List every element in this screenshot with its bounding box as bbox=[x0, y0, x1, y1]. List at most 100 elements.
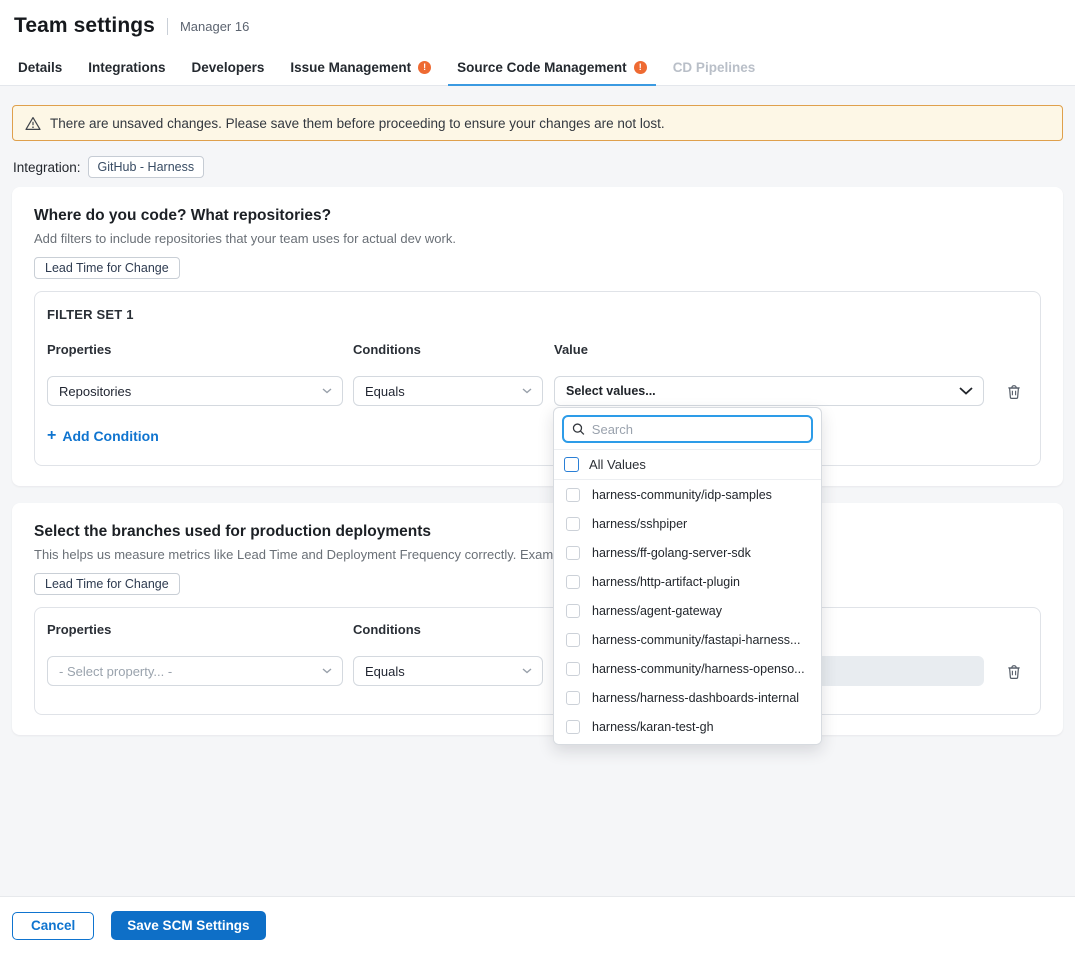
lead-time-chip: Lead Time for Change bbox=[34, 257, 180, 279]
conditions-select[interactable]: Equals bbox=[353, 656, 543, 686]
team-settings-page: Team settings Manager 16 Details ! Integ… bbox=[0, 0, 1075, 954]
option-label: harness/sshpiper bbox=[592, 517, 687, 531]
repositories-card: Where do you code? What repositories? Ad… bbox=[12, 187, 1063, 486]
conditions-select-value: Equals bbox=[365, 664, 405, 679]
checkbox-all-values-icon bbox=[564, 457, 579, 472]
card-title: Select the branches used for production … bbox=[34, 523, 1041, 541]
dropdown-search-wrap bbox=[554, 408, 821, 450]
integration-label: Integration: bbox=[13, 160, 81, 175]
tab-label: Developers bbox=[192, 60, 265, 75]
title-divider bbox=[167, 18, 168, 35]
option-label: harness/karan-test-gh bbox=[592, 720, 714, 734]
properties-select-value: Repositories bbox=[59, 384, 131, 399]
tab[interactable]: Details ! bbox=[9, 50, 71, 86]
conditions-header: Conditions bbox=[353, 342, 543, 357]
lead-time-chip: Lead Time for Change bbox=[34, 573, 180, 595]
dropdown-option[interactable]: harness/http-artifact-plugin bbox=[554, 567, 821, 596]
tab[interactable]: Issue Management ! bbox=[281, 50, 440, 86]
save-scm-settings-button[interactable]: Save SCM Settings bbox=[111, 911, 265, 940]
filter-set-label: FILTER SET 1 bbox=[47, 307, 1028, 322]
add-condition-button[interactable]: + Add Condition bbox=[47, 427, 1028, 445]
filter-row: - Select property... - Equals bbox=[47, 656, 1028, 686]
card-description: This helps us measure metrics like Lead … bbox=[34, 547, 1041, 562]
chevron-down-icon bbox=[322, 388, 332, 394]
search-input[interactable] bbox=[592, 422, 803, 437]
content-area: There are unsaved changes. Please save t… bbox=[0, 86, 1075, 896]
integration-row: Integration: GitHub - Harness bbox=[13, 156, 1062, 178]
tab[interactable]: Integrations ! bbox=[79, 50, 174, 86]
trash-icon bbox=[1006, 383, 1022, 400]
dropdown-option-list: harness-community/idp-samples harness/ss… bbox=[554, 480, 821, 745]
select-all-label: All Values bbox=[589, 457, 646, 472]
tab-label: Source Code Management bbox=[457, 60, 627, 75]
checkbox-icon bbox=[566, 691, 580, 705]
select-all-option[interactable]: All Values bbox=[554, 450, 821, 480]
option-label: harness/agent-gateway bbox=[592, 604, 722, 618]
properties-header: Properties bbox=[47, 342, 343, 357]
option-label: harness/harness-dashboards-internal bbox=[592, 691, 799, 705]
dropdown-option[interactable]: harness/sshpiper bbox=[554, 509, 821, 538]
filter-column-headers: Properties Conditions Value bbox=[47, 342, 1028, 357]
conditions-select-value: Equals bbox=[365, 384, 405, 399]
page-title: Team settings bbox=[14, 14, 155, 38]
tab[interactable]: CD Pipelines ! bbox=[664, 50, 765, 86]
page-header: Team settings Manager 16 bbox=[0, 0, 1075, 50]
values-placeholder: Select values... bbox=[566, 384, 656, 398]
tab-bar: Details ! Integrations ! Developers ! Is… bbox=[0, 50, 1075, 86]
value-header: Value bbox=[554, 342, 984, 357]
unsaved-changes-banner: There are unsaved changes. Please save t… bbox=[12, 105, 1063, 141]
properties-select-placeholder: - Select property... - bbox=[59, 664, 172, 679]
tab-label: Details bbox=[18, 60, 62, 75]
search-icon bbox=[572, 422, 585, 436]
dropdown-option[interactable]: harness-community/idp-samples bbox=[554, 480, 821, 509]
checkbox-icon bbox=[566, 546, 580, 560]
tab-label: Integrations bbox=[88, 60, 165, 75]
properties-select[interactable]: Repositories bbox=[47, 376, 343, 406]
page-subtitle: Manager 16 bbox=[180, 19, 249, 34]
dropdown-option[interactable]: harness-community/harness-openso... bbox=[554, 654, 821, 683]
delete-condition-button[interactable] bbox=[1004, 381, 1024, 402]
filter-column-headers: Properties Conditions Value bbox=[47, 622, 1028, 637]
values-dropdown-panel: All Values harness-community/idp-samples… bbox=[553, 407, 822, 745]
checkbox-icon bbox=[566, 662, 580, 676]
dropdown-option[interactable]: harness/karan-test-gh bbox=[554, 712, 821, 741]
filter-set-box: FILTER SET 1 Properties Conditions Value… bbox=[34, 291, 1041, 466]
tab-label: Issue Management bbox=[290, 60, 411, 75]
chevron-down-icon bbox=[522, 668, 532, 674]
trash-icon bbox=[1006, 663, 1022, 680]
tab-label: CD Pipelines bbox=[673, 60, 756, 75]
dropdown-option[interactable]: harness/ff-golang-server-sdk bbox=[554, 538, 821, 567]
dropdown-option[interactable]: harness/fastapi-internal-widgets bbox=[554, 741, 821, 745]
properties-select[interactable]: - Select property... - bbox=[47, 656, 343, 686]
delete-condition-button[interactable] bbox=[1004, 661, 1024, 682]
checkbox-icon bbox=[566, 604, 580, 618]
properties-header: Properties bbox=[47, 622, 343, 637]
warning-badge-icon: ! bbox=[634, 61, 647, 74]
option-label: harness-community/idp-samples bbox=[592, 488, 772, 502]
conditions-select[interactable]: Equals bbox=[353, 376, 543, 406]
cancel-button[interactable]: Cancel bbox=[12, 912, 94, 940]
tab[interactable]: Source Code Management ! bbox=[448, 50, 656, 86]
branches-card: Select the branches used for production … bbox=[12, 503, 1063, 735]
checkbox-icon bbox=[566, 488, 580, 502]
warning-badge-icon: ! bbox=[418, 61, 431, 74]
card-title: Where do you code? What repositories? bbox=[34, 207, 1041, 225]
option-label: harness-community/fastapi-harness... bbox=[592, 633, 800, 647]
dropdown-search bbox=[562, 415, 813, 443]
checkbox-icon bbox=[566, 633, 580, 647]
dropdown-option[interactable]: harness/agent-gateway bbox=[554, 596, 821, 625]
add-condition-label: Add Condition bbox=[62, 428, 158, 444]
dropdown-option[interactable]: harness-community/fastapi-harness... bbox=[554, 625, 821, 654]
tab[interactable]: Developers ! bbox=[183, 50, 274, 86]
dropdown-option[interactable]: harness/harness-dashboards-internal bbox=[554, 683, 821, 712]
values-multiselect[interactable]: Select values... bbox=[554, 376, 984, 406]
integration-chip[interactable]: GitHub - Harness bbox=[88, 156, 205, 178]
warning-triangle-icon bbox=[25, 116, 41, 131]
option-label: harness/ff-golang-server-sdk bbox=[592, 546, 751, 560]
chevron-down-icon bbox=[322, 668, 332, 674]
filter-set-box: Properties Conditions Value - Select pro… bbox=[34, 607, 1041, 715]
card-description: Add filters to include repositories that… bbox=[34, 231, 1041, 246]
chevron-down-icon bbox=[959, 387, 973, 395]
filter-row: Repositories Equals Select values... bbox=[47, 376, 1028, 406]
chevron-down-icon bbox=[522, 388, 532, 394]
